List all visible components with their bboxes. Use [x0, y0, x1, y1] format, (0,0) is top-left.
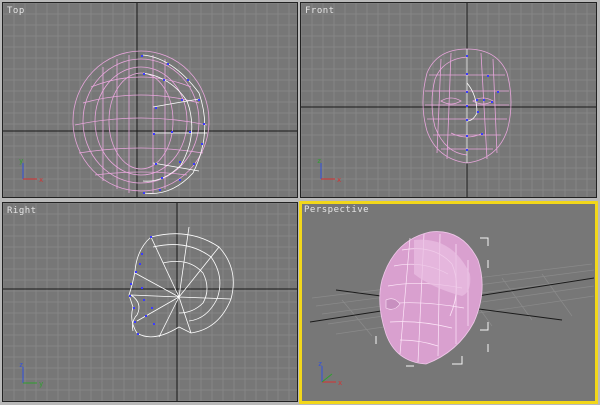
axis-label-z: z: [19, 361, 23, 369]
axis-label-x: x: [338, 379, 342, 387]
viewport-label-top[interactable]: Top: [7, 6, 25, 16]
viewport-label-right[interactable]: Right: [7, 206, 37, 216]
axis-tripod-icon: z x: [317, 157, 341, 184]
viewport-perspective[interactable]: z x Perspective: [299, 201, 598, 404]
viewport-right-canvas: z y: [3, 203, 297, 401]
axis-label-x: x: [337, 176, 341, 184]
axis-label-x: x: [39, 176, 43, 184]
viewport-top[interactable]: y x Top: [2, 2, 298, 198]
viewport-right[interactable]: z y Right: [2, 202, 298, 402]
head-wireframe-mesh[interactable]: [72, 50, 210, 194]
axis-label-y: y: [19, 157, 23, 165]
head-wireframe-mesh[interactable]: [128, 226, 234, 338]
viewport-layout: y x Top z x Front z y Right z x Perspect…: [0, 0, 600, 405]
viewport-perspective-canvas: z x: [309, 231, 595, 387]
axis-tripod-icon: y x: [19, 157, 43, 184]
axis-label-y: y: [39, 380, 43, 388]
viewport-top-canvas: y x: [3, 3, 297, 197]
viewport-front[interactable]: z x Front: [300, 2, 597, 198]
grid: [3, 3, 297, 197]
viewport-label-front[interactable]: Front: [305, 6, 335, 16]
viewport-front-canvas: z x: [301, 3, 596, 197]
axis-tripod-icon: z x: [318, 360, 342, 387]
axis-tripod-icon: z y: [19, 361, 43, 388]
axis-label-z: z: [317, 157, 321, 165]
axis-label-z: z: [318, 360, 322, 368]
head-wireframe-mesh[interactable]: [379, 231, 483, 365]
grid: [3, 203, 297, 401]
viewport-label-perspective[interactable]: Perspective: [304, 205, 369, 215]
